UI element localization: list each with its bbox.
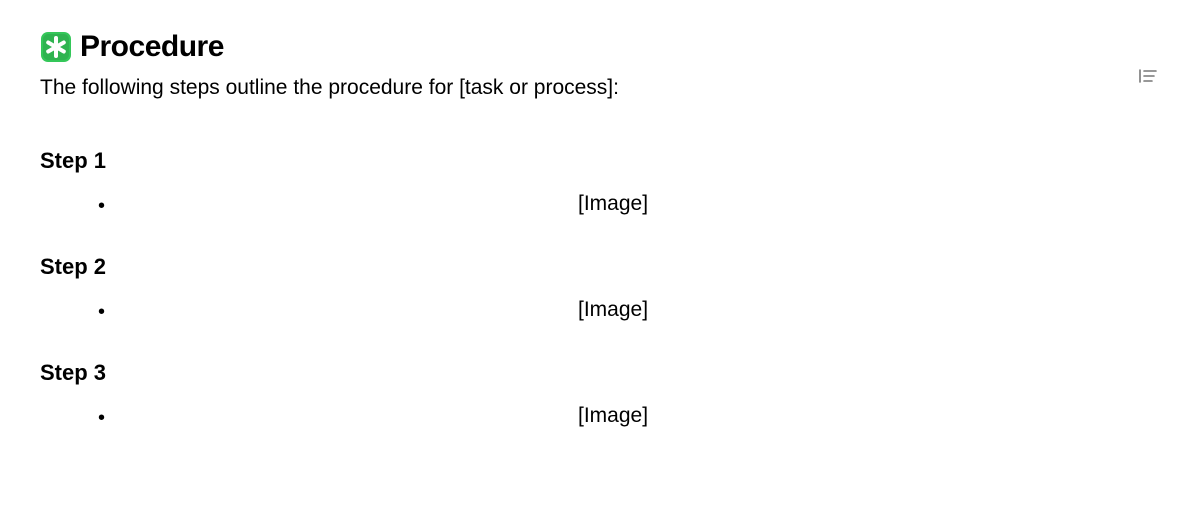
step-block: Step 3 • [Image] — [40, 360, 1160, 432]
bullet-icon: • — [40, 192, 140, 220]
intro-text: The following steps outline the procedur… — [40, 76, 1160, 100]
step-title: Step 3 — [40, 360, 1160, 386]
image-placeholder: [Image] — [578, 298, 648, 322]
page-heading: Procedure — [40, 30, 1160, 64]
step-row: • [Image] — [40, 298, 1160, 326]
step-block: Step 1 • [Image] — [40, 148, 1160, 220]
bullet-icon: • — [40, 298, 140, 326]
bullet-icon: • — [40, 404, 140, 432]
step-row: • [Image] — [40, 404, 1160, 432]
step-title: Step 1 — [40, 148, 1160, 174]
step-title: Step 2 — [40, 254, 1160, 280]
step-row: • [Image] — [40, 192, 1160, 220]
list-icon — [1139, 69, 1157, 83]
asterisk-badge-icon — [40, 31, 72, 63]
step-block: Step 2 • [Image] — [40, 254, 1160, 326]
image-placeholder: [Image] — [578, 404, 648, 428]
image-placeholder: [Image] — [578, 192, 648, 216]
heading-text: Procedure — [80, 30, 224, 64]
toc-button[interactable] — [1136, 64, 1160, 88]
